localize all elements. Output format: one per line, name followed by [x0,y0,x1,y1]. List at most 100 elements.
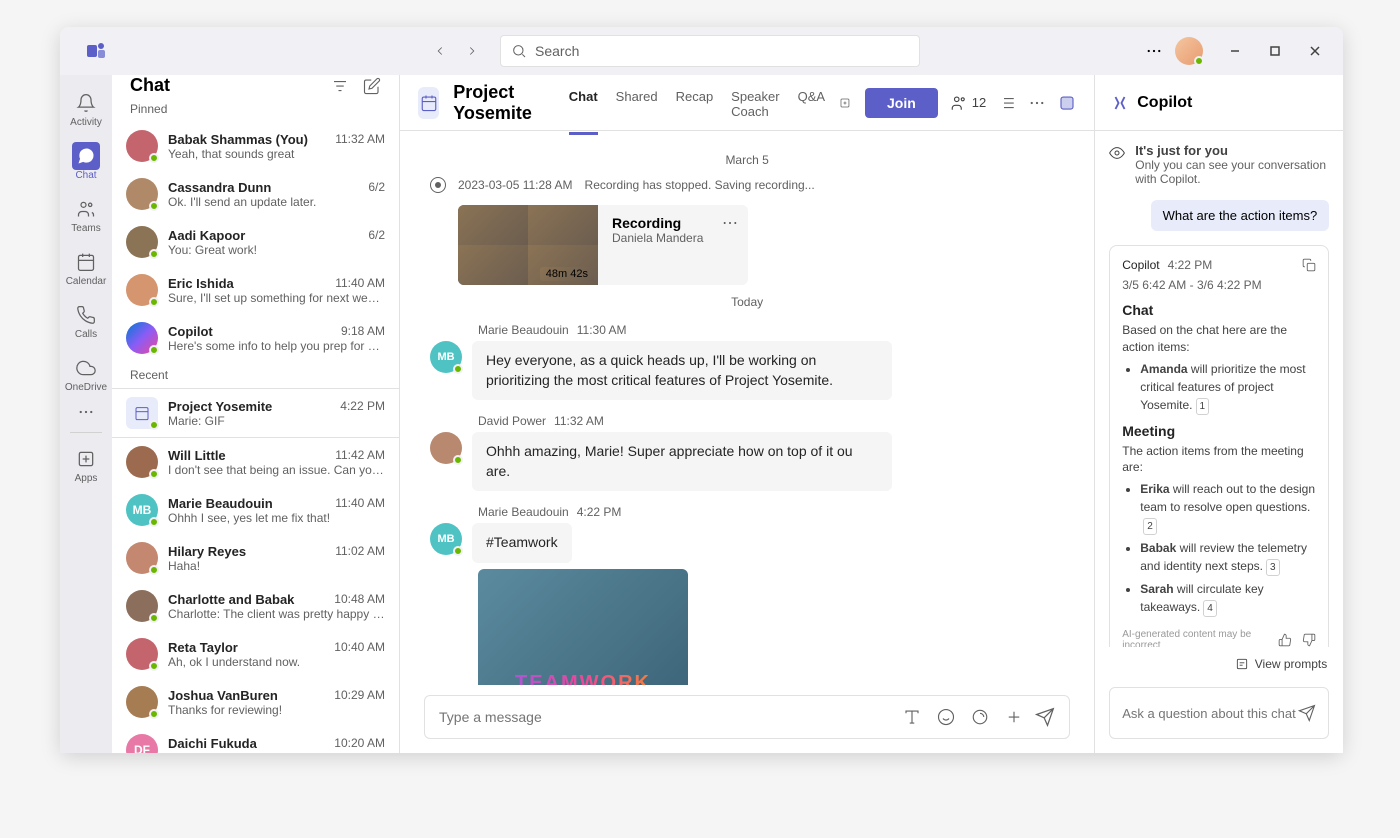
chat-preview: Marie: GIF [168,414,385,428]
message-compose[interactable] [424,695,1070,739]
chat-time: 11:32 AM [335,132,385,147]
search-input[interactable]: Search [500,35,920,67]
compose-icon[interactable] [363,77,381,95]
list-icon[interactable] [998,94,1016,112]
chat-preview: Yeah, that sounds great [168,147,385,161]
chat-name: Will Little [168,448,226,463]
chat-list-item[interactable]: Charlotte and Babak10:48 AM Charlotte: T… [112,582,399,630]
chat-preview: Ok. I'll send an update later. [168,195,385,209]
close-button[interactable] [1295,35,1335,67]
recording-title: Recording [612,215,734,231]
presence-indicator [149,709,159,719]
presence-indicator [149,469,159,479]
rail-teams[interactable]: Teams [60,189,112,240]
chat-list-item[interactable]: Joshua VanBuren10:29 AM Thanks for revie… [112,678,399,726]
nav-back[interactable] [428,39,452,63]
join-button[interactable]: Join [865,88,938,118]
message-avatar: MB [430,341,462,373]
chat-list-item[interactable]: DF Daichi Fukuda10:20 AM You: Thank you!… [112,726,399,753]
add-tab-icon[interactable] [839,94,851,112]
rail-onedrive[interactable]: OneDrive [60,348,112,399]
chat-preview: Haha! [168,559,385,573]
tab-speaker-coach[interactable]: Speaker Coach [731,75,779,135]
chat-list-item[interactable]: Aadi Kapoor6/2 You: Great work! [112,218,399,266]
minimize-button[interactable] [1215,35,1255,67]
rail-activity[interactable]: Activity [60,83,112,134]
recording-card[interactable]: 48m 42s Recording Daniela Mandera ⋯ [458,205,748,285]
copilot-input-box[interactable] [1109,687,1329,739]
people-icon [950,94,968,112]
chat-time: 11:40 AM [335,496,385,511]
message-avatar: MB [430,523,462,555]
chat-time: 4:22 PM [340,399,385,414]
reference-badge[interactable]: 1 [1196,398,1210,415]
chat-time: 10:48 AM [334,592,385,607]
thumbs-up-icon[interactable] [1278,633,1292,647]
maximize-button[interactable] [1255,35,1295,67]
chat-time: 11:02 AM [335,544,385,559]
message-block: Marie Beaudouin11:30 AM MB Hey everyone,… [430,323,1064,400]
message-avatar [430,432,462,464]
rail-calls[interactable]: Calls [60,295,112,346]
format-icon[interactable] [903,708,921,726]
plus-icon[interactable] [1005,708,1023,726]
chat-list-item[interactable]: Hilary Reyes11:02 AM Haha! [112,534,399,582]
copy-icon[interactable] [1302,258,1316,272]
more-icon[interactable] [1028,94,1046,112]
chat-name: Eric Ishida [168,276,234,291]
presence-indicator [149,249,159,259]
tab-recap[interactable]: Recap [676,75,714,135]
chat-list-item[interactable]: MB Marie Beaudouin11:40 AM Ohhh I see, y… [112,486,399,534]
more-icon[interactable] [1145,42,1163,60]
recording-timestamp: 2023-03-05 11:28 AM [458,178,573,192]
filter-icon[interactable] [331,77,349,95]
reference-badge[interactable]: 2 [1143,518,1157,535]
chat-list-item[interactable]: Babak Shammas (You) 11:32 AM Yeah, that s… [112,122,399,170]
chat-name: Babak Shammas (You) [168,132,308,147]
participant-count[interactable]: 12 [950,94,986,112]
user-question: What are the action items? [1151,200,1330,231]
nav-forward[interactable] [460,39,484,63]
emoji-icon[interactable] [937,708,955,726]
chat-avatar [126,446,158,478]
chat-list-item[interactable]: Copilot9:18 AM Here's some info to help … [112,314,399,362]
tab-shared[interactable]: Shared [616,75,658,135]
chat-list-item[interactable]: Reta Taylor10:40 AM Ah, ok I understand … [112,630,399,678]
send-icon[interactable] [1298,704,1316,722]
tab-chat[interactable]: Chat [569,75,598,135]
rail-label: Calls [75,329,97,340]
chat-time: 11:42 AM [335,448,385,463]
rail-more[interactable] [77,403,95,426]
recording-author: Daniela Mandera [612,231,734,245]
reference-badge[interactable]: 4 [1203,600,1217,617]
chat-name: Marie Beaudouin [168,496,273,511]
rail-calendar[interactable]: Calendar [60,242,112,293]
message-input[interactable] [439,709,903,725]
presence-indicator [149,201,159,211]
chat-section-title: Chat [1122,302,1316,318]
copilot-input[interactable] [1122,706,1298,721]
chat-list-item[interactable]: Will Little11:42 AM I don't see that bei… [112,438,399,486]
view-prompts-button[interactable]: View prompts [1095,647,1343,681]
chat-list-item[interactable]: Project Yosemite4:22 PM Marie: GIF [112,388,399,438]
recording-more-icon[interactable]: ⋯ [722,213,738,233]
presence-indicator [149,345,159,355]
chat-list-item[interactable]: Cassandra Dunn6/2 Ok. I'll send an updat… [112,170,399,218]
copilot-toggle-icon[interactable] [1058,94,1076,112]
copilot-response-card: Copilot 4:22 PM 3/5 6:42 AM - 3/6 4:22 P… [1109,245,1329,647]
user-avatar[interactable] [1175,37,1203,65]
chat-list-item[interactable]: Eric Ishida11:40 AM Sure, I'll set up so… [112,266,399,314]
message-block: David Power11:32 AM Ohhh amazing, Marie!… [430,414,1064,491]
loop-icon[interactable] [971,708,989,726]
send-icon[interactable] [1035,707,1055,727]
chat-preview: Here's some info to help you prep for yo… [168,339,385,353]
phone-icon [76,305,96,325]
copilot-logo-icon [1111,94,1129,112]
gif-attachment[interactable]: TEAMWORK [478,569,688,685]
thumbs-down-icon[interactable] [1302,633,1316,647]
reference-badge[interactable]: 3 [1266,559,1280,576]
rail-apps[interactable]: Apps [60,439,112,490]
tab-q&a[interactable]: Q&A [798,75,825,135]
presence-indicator [149,661,159,671]
rail-chat[interactable]: Chat [60,136,112,187]
